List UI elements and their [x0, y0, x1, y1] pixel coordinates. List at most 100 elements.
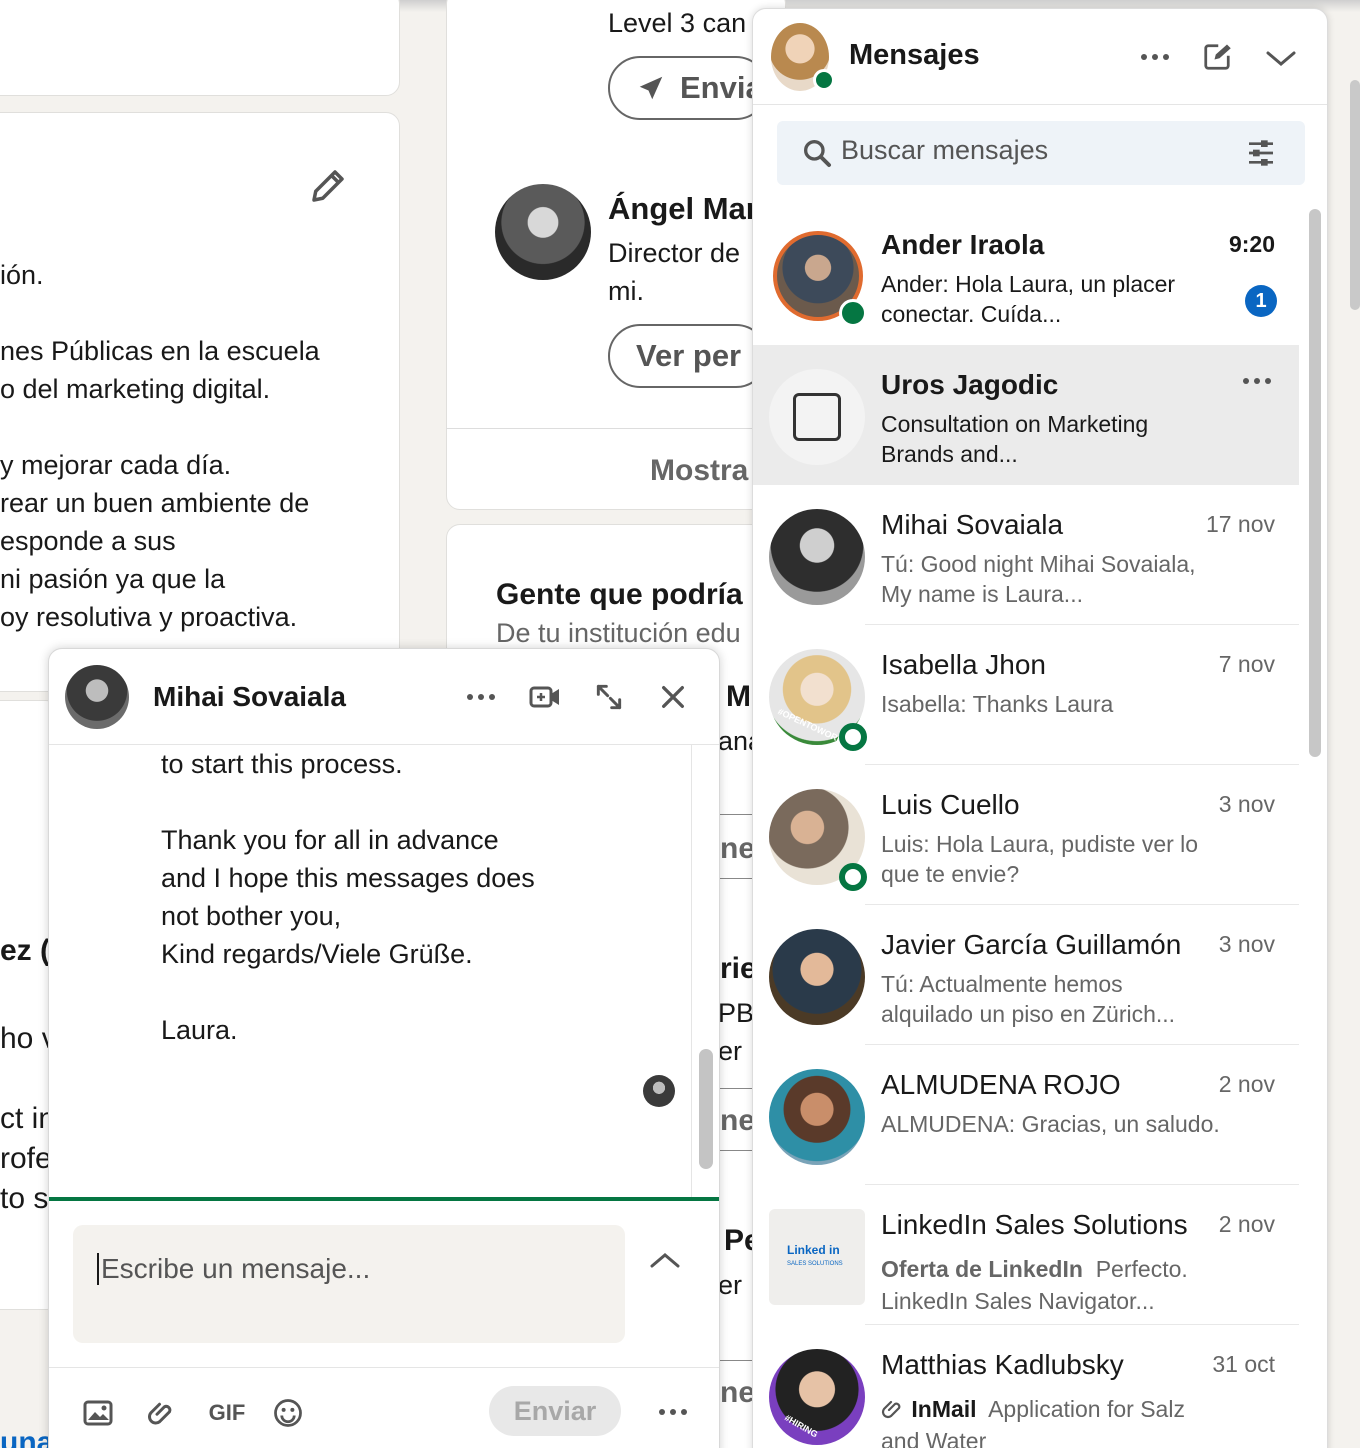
edit-pencil-icon[interactable] [305, 163, 351, 209]
paperclip-icon [881, 1400, 901, 1419]
left-partial-link[interactable]: una [0, 1424, 53, 1448]
conversation-name: Uros Jagodic [881, 369, 1059, 400]
messaging-title: Mensajes [849, 39, 980, 71]
about-line-8: oy resolutiva y proactiva. [0, 602, 298, 632]
video-call-icon[interactable] [525, 679, 565, 715]
conversation-name: Isabella Jhon [881, 649, 1047, 680]
conversation-snippet: ALMUDENA: Gracias, un saludo. [881, 1111, 1220, 1137]
conversation-date: 2 nov [1218, 1211, 1275, 1237]
composer-more-icon[interactable] [653, 1398, 693, 1426]
hiring-label: #HIRING [782, 1412, 820, 1440]
filter-icon[interactable] [1245, 137, 1277, 169]
chevron-up-icon[interactable] [645, 1245, 685, 1275]
conversation-avatar [769, 1069, 865, 1165]
conversation-item[interactable]: Mihai Sovaiala 17 nov Tú: Good night Mih… [753, 485, 1299, 625]
send-message-label: Envia [680, 70, 763, 105]
search-icon [804, 140, 831, 167]
send-button[interactable]: Enviar [489, 1386, 621, 1436]
chat-header[interactable]: Mihai Sovaiala [49, 649, 719, 745]
conversation-name: Javier García Guillamón [881, 929, 1182, 960]
conversation-snippet: Tú: Good night Mihai Sovaiala, My name i… [881, 551, 1196, 607]
conversation-snippet-wrap: Oferta de LinkedIn Perfecto. LinkedIn Sa… [881, 1253, 1221, 1317]
chevron-down-icon[interactable] [1261, 39, 1301, 79]
conversation-name: Mihai Sovaiala [881, 509, 1064, 540]
conversation-snippet: Consultation on Marketing Brands and... [881, 411, 1149, 467]
chat-scrollbar[interactable] [699, 1049, 713, 1169]
people-subheading: De tu institución edu [496, 618, 741, 648]
presence-indicator [839, 863, 867, 891]
show-more-link[interactable]: Mostra [650, 452, 748, 490]
conversation-date: 17 nov [1205, 511, 1275, 537]
unread-badge: 1 [1245, 285, 1277, 317]
conversation-item[interactable]: #HIRING Matthias Kadlubsky 31 oct InMail… [753, 1325, 1299, 1448]
center-partial-6: er [718, 1036, 743, 1066]
attachment-icon[interactable] [143, 1394, 181, 1432]
send-message-button[interactable]: Envia [608, 56, 768, 120]
conversation-snippet: Isabella: Thanks Laura [881, 691, 1114, 717]
conversation-name: Matthias Kadlubsky [881, 1349, 1124, 1380]
select-checkbox[interactable] [793, 393, 841, 441]
conversation-snippet: Tú: Actualmente hemos alquilado un piso … [881, 971, 1176, 1027]
messaging-header[interactable]: Mensajes [753, 9, 1327, 105]
view-profile-button[interactable]: Ver per [608, 324, 768, 388]
sponsored-tag: Oferta de LinkedIn [881, 1256, 1083, 1282]
center-partial-3: ne [720, 832, 756, 865]
my-presence-indicator [813, 69, 835, 91]
chat-more-icon[interactable] [461, 683, 501, 711]
conversation-name: Luis Cuello [881, 789, 1020, 820]
image-icon[interactable] [79, 1394, 117, 1432]
read-receipt-avatar [643, 1075, 675, 1107]
about-line-5: rear un buen ambiente de [0, 488, 310, 518]
message-composer[interactable]: Escribe un mensaje... [73, 1225, 625, 1343]
view-profile-label: Ver per [636, 338, 742, 373]
compose-icon[interactable] [1197, 37, 1237, 77]
send-icon [639, 76, 663, 100]
left-partial-5: to s [0, 1182, 49, 1215]
presence-indicator [839, 723, 867, 751]
conversation-item-hovered[interactable]: Uros Jagodic Consultation on Marketing B… [753, 345, 1299, 485]
center-partial-9: er [718, 1270, 743, 1300]
composer-placeholder: Escribe un mensaje... [97, 1253, 370, 1285]
center-partial-5: PB [718, 998, 755, 1028]
conversation-item[interactable]: Linked in SALES SOLUTIONS LinkedIn Sales… [753, 1185, 1299, 1325]
center-partial-1: M [726, 680, 751, 713]
about-line-1: ión. [0, 260, 44, 290]
person-avatar[interactable] [495, 184, 591, 280]
level-text: Level 3 can [608, 8, 747, 38]
inmail-tag: InMail [911, 1396, 977, 1422]
conversation-item[interactable]: Javier García Guillamón 3 nov Tú: Actual… [753, 905, 1299, 1045]
conversation-date: 3 nov [1218, 931, 1275, 957]
expand-icon[interactable] [589, 679, 629, 715]
emoji-icon[interactable] [269, 1394, 307, 1432]
conversation-name: LinkedIn Sales Solutions [881, 1209, 1188, 1240]
about-line-2: nes Públicas en la escuela [0, 336, 320, 366]
about-line-7: ni pasión ya que la [0, 564, 226, 594]
person-title-2: mi. [608, 276, 644, 306]
conversation-item[interactable]: #OPENTOWORK Isabella Jhon 7 nov Isabella… [753, 625, 1299, 765]
conversation-item[interactable]: Luis Cuello 3 nov Luis: Hola Laura, pudi… [753, 765, 1299, 905]
left-partial-1: ez ( [0, 934, 51, 967]
conversation-more-icon[interactable] [1239, 371, 1275, 391]
select-checkbox-wrapper [769, 369, 865, 465]
center-partial-10: ne [720, 1376, 756, 1409]
more-options-icon[interactable] [1133, 39, 1177, 75]
conversation-item[interactable]: Ander Iraola 9:20 Ander: Hola Laura, un … [753, 205, 1299, 345]
conversation-snippet: Ander: Hola Laura, un placer conectar. C… [881, 271, 1176, 327]
conversation-name: ALMUDENA ROJO [881, 1069, 1121, 1100]
search-messages-input[interactable]: Buscar mensajes [777, 121, 1305, 185]
composer-focus-line [49, 1197, 719, 1201]
chat-scroll-gutter [691, 745, 692, 1197]
conversation-item[interactable]: ALMUDENA ROJO 2 nov ALMUDENA: Gracias, u… [753, 1045, 1299, 1185]
page-scrollbar[interactable] [1350, 80, 1360, 310]
chat-contact-name[interactable]: Mihai Sovaiala [153, 681, 346, 713]
conversation-scrollbar[interactable] [1309, 209, 1321, 757]
person-name[interactable]: Ángel Mar [608, 190, 758, 228]
about-line-6: esponde a sus [0, 526, 176, 556]
chat-avatar[interactable] [65, 665, 129, 729]
chat-message-text: to start this process. Thank you for all… [161, 749, 535, 1045]
conversation-date: 31 oct [1212, 1351, 1275, 1377]
center-partial-7: ne [720, 1104, 756, 1137]
conversation-date: 9:20 [1228, 231, 1275, 257]
close-icon[interactable] [653, 679, 693, 715]
gif-icon[interactable]: GIF [205, 1394, 249, 1432]
